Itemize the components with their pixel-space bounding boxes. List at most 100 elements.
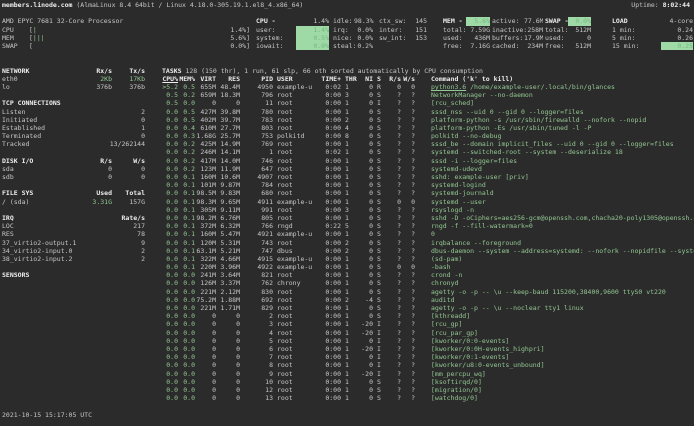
process-command: systemd --user: [415, 198, 694, 206]
cpu-stats-row: iowait:0.0%steal:0.2%: [256, 42, 430, 50]
cpu-stats-row: system:0.5%nice:0.0%sw_int:153: [256, 34, 430, 42]
cpu-stats-row: CPU -1.4%idle:98.3%ctx_sw:145: [256, 17, 430, 25]
filesys-row: / (sda)3.31G157G: [2, 198, 145, 206]
clock-timestamp: 2021-10-15 15:17:05 UTC: [2, 411, 92, 419]
process-row: 0.00.075.2M1.88M692root0:002-4S??auditd: [162, 296, 694, 304]
process-command: [rcu_sched]: [415, 99, 694, 107]
network-header: NETWORKRx/sTx/s: [2, 67, 145, 75]
mem-stats-row: total:7.59Ginactive:258M: [443, 26, 543, 34]
sensors-header: SENSORS: [2, 271, 145, 279]
process-table-header: CPU%MEM%VIRTRESPIDUSERTIME+THRNISR/sW/sC…: [162, 75, 694, 83]
process-command: [kworker/0:1-events]: [415, 353, 694, 361]
process-panel: TASKS 128 (150 thr), 1 run, 61 slp, 66 o…: [162, 67, 694, 403]
load-stats-row: LOAD4-core: [612, 17, 693, 25]
process-row: 0.00.0221M2.12M830root0:0010S??agetty -o…: [162, 288, 694, 296]
process-row: 0.00.2246M14.1M1root0:0210S??systemd --s…: [162, 148, 694, 156]
usage-bar: CPU[|1.4%]: [2, 26, 250, 34]
process-row: 0.00.1372M6.32M766rngd0:2250S??rngd -f -…: [162, 222, 694, 230]
swap-stats-row: SWAP -0.0%: [545, 17, 591, 25]
process-row: 0.00.00012root0:0010S??[migration/0]: [162, 386, 694, 394]
process-command: (sd-pam): [415, 255, 694, 263]
process-row: 0.00.0006root0:001-20I??[kworker/0:0H-ev…: [162, 345, 694, 353]
filesys-header: FILE SYSUsedTotal: [2, 189, 145, 197]
process-command: -bash: [415, 263, 694, 271]
process-command: [ksoftirqd/0]: [415, 378, 694, 386]
process-command: sssd_be --domain implicit_files --uid 0 …: [415, 140, 694, 148]
os-info: (AlmaLinux 8.4 64bit / Linux 4.18.0-305.…: [72, 1, 303, 9]
process-row: 0.50.2659M18.3M796root0:0030S??NetworkMa…: [162, 91, 694, 99]
process-command: polkitd --no-debug: [415, 132, 694, 140]
process-command: python3.6 /home/example-user/.local/bin/…: [415, 83, 694, 91]
process-command: sshd -D -oCiphers=aes256-gcm@openssh.com…: [415, 214, 694, 222]
sidebar: NETWORKRx/sTx/s eth02Kb17Kblo376b376b TC…: [2, 67, 145, 280]
tcp-row: Tracked13/262144: [2, 140, 145, 148]
process-command: systemd --switched-root --system --deser…: [415, 148, 694, 156]
irq-header: IRQRate/s: [2, 214, 145, 222]
swap-stats-panel: SWAP -0.0% total:512M used:0 free:512M: [545, 17, 591, 50]
bar-percent: 5.6%: [230, 34, 246, 42]
network-row: eth02Kb17Kb: [2, 75, 145, 83]
process-row: 0.00.1305M9.11M991root0:0030S??rsyslogd …: [162, 206, 694, 214]
process-row: 0.00.0126M3.37M762chrony0:0010S??chronyd: [162, 279, 694, 287]
cpu-model: AMD EPYC 7681 32-Core Processor: [2, 17, 250, 25]
irq-row: RES78: [2, 230, 145, 238]
process-row: 0.00.198.3M9.65M4911example-u0:0010S00sy…: [162, 198, 694, 206]
host-os-line: members.linode.com (AlmaLinux 8.4 64bit …: [2, 1, 303, 9]
mem-stats-row: used:436Mbuffers:17.9M: [443, 34, 543, 42]
tcp-row: Terminated0: [2, 132, 145, 140]
bar-percent: 1.4%: [230, 26, 246, 34]
tcp-row: Listen2: [2, 108, 145, 116]
irq-row: 34_virtio2-input.02: [2, 247, 145, 255]
process-row: 0.00.0221M1.71M829root0:0010S??agetty -o…: [162, 304, 694, 312]
process-command: [watchdog/0]: [415, 394, 694, 402]
usage-bar: MEM[|||5.6%]: [2, 34, 250, 42]
uptime: Uptime: 8:02:44: [631, 1, 690, 9]
bar-percent: 0.0%: [230, 42, 246, 50]
process-command: systemd-logind: [415, 181, 694, 189]
irq-row: LOC217: [2, 222, 145, 230]
glances-terminal[interactable]: members.linode.com (AlmaLinux 8.4 64bit …: [0, 0, 694, 426]
hostname: members.linode.com: [2, 1, 72, 9]
process-row: 0.00.1322M4.66M4915example-u0:0010S??(sd…: [162, 255, 694, 263]
process-row: 0.00.4610M27.7M803root0:0040S??platform-…: [162, 124, 694, 132]
process-command: platform-python -Es /usr/sbin/tuned -l -…: [415, 124, 694, 132]
process-command: 0: [415, 230, 694, 238]
process-command: sshd: example-user [priv]: [415, 173, 694, 181]
cpu-stats-row: user:1.4%irq:0.0%inter:151: [256, 26, 430, 34]
swap-stats-row: used:0: [545, 34, 591, 42]
process-row: 0.00.1220M3.96M4922example-u0:0010S00-ba…: [162, 263, 694, 271]
process-command: platform-python -s /usr/sbin/firewalld -…: [415, 116, 694, 124]
process-row: 0.00.5427M39.8M780root0:0010S??sssd_nss …: [162, 108, 694, 116]
network-row: lo376b376b: [2, 83, 145, 91]
process-command: crond -n: [415, 271, 694, 279]
process-command: dbus-daemon --system --address=systemd: …: [415, 247, 694, 255]
bar-ticks: |||: [33, 34, 231, 42]
process-command: agetty -o -p -- \u --keep-baud 115200,38…: [415, 288, 694, 296]
process-row: 0.00.0009root0:001-20I??[mm_percpu_wq]: [162, 370, 694, 378]
sort-column-header: CPU%: [162, 75, 178, 83]
tcp-row: Established1: [2, 124, 145, 132]
load-stats-row: 5 min:0.26: [612, 34, 693, 42]
load-stats-row: 15 min:0.25: [612, 42, 693, 50]
process-command: [mm_percpu_wq]: [415, 370, 694, 378]
process-row: 0.00.00010root0:0010S??[ksoftirqd/0]: [162, 378, 694, 386]
usage-bar: SWAP[0.0%]: [2, 42, 250, 50]
process-row: 0.00.1101M9.87M784root0:0010S??systemd-l…: [162, 181, 694, 189]
process-row: 0.00.1160M10.6M4907root0:0010S??sshd: ex…: [162, 173, 694, 181]
process-command: irqbalance --foreground: [415, 239, 694, 247]
process-row: 0.00.31.68G25.7M753polkitd0:0080S??polki…: [162, 132, 694, 140]
process-row: 0.00.2417M14.0M746root0:0010S??sssd -i -…: [162, 157, 694, 165]
irq-row: 38_virtio2-input.22: [2, 255, 145, 263]
process-command: [rcu_gp]: [415, 320, 694, 328]
process-command: [kworker/0:0H-events_highpri]: [415, 345, 694, 353]
tcp-row: Initiated0: [2, 116, 145, 124]
diskio-row: sda00: [2, 165, 145, 173]
load-stats-panel: LOAD4-core 1 min:0.24 5 min:0.26 15 min:…: [612, 17, 693, 50]
bar-ticks: |: [33, 26, 231, 34]
swap-stats-row: total:512M: [545, 26, 591, 34]
process-row: 0.00.198.2M6.76M805root0:0010S??sshd -D …: [162, 214, 694, 222]
process-row: 0.00.0004root0:001-20I??[rcu_par_gp]: [162, 329, 694, 337]
tasks-summary: TASKS 128 (150 thr), 1 run, 61 slp, 66 o…: [162, 67, 694, 75]
cpu-stats-panel: CPU -1.4%idle:98.3%ctx_sw:145 user:1.4%i…: [256, 17, 430, 50]
process-row: 0.00.1120M5.31M743root0:0020S??irqbalanc…: [162, 239, 694, 247]
